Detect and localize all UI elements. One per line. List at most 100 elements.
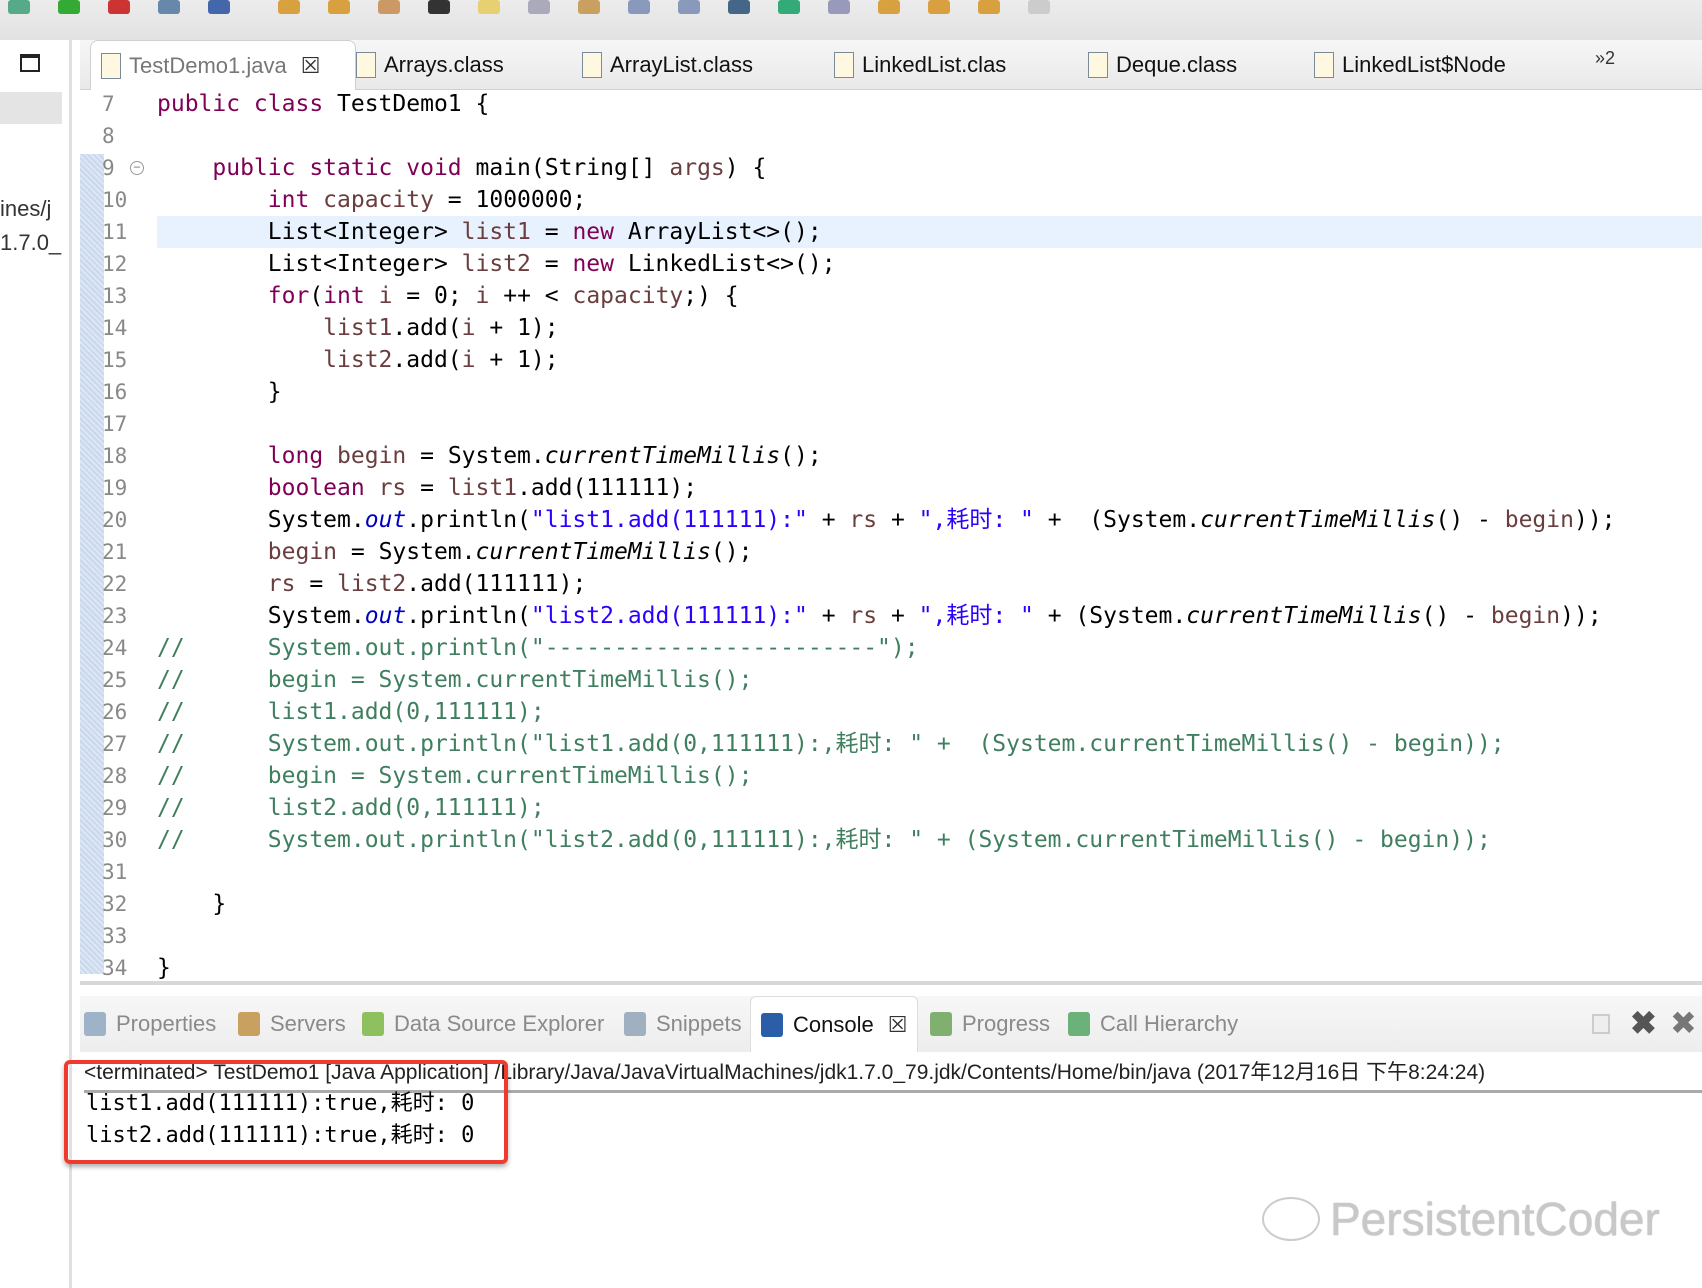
code-token: ();	[780, 443, 822, 469]
code-token: ArrayList<>();	[613, 219, 822, 245]
code-line: 25 ​// begin = System.currentTimeMillis()…	[80, 664, 1702, 696]
editor-tab[interactable]: LinkedList$Node	[1314, 40, 1506, 90]
toolbar-button-icon[interactable]	[478, 0, 500, 14]
toolbar-button-icon[interactable]	[278, 0, 300, 14]
code-line: 33 ​	[80, 920, 1702, 952]
editor-tab[interactable]: ArrayList.class	[582, 40, 753, 90]
code-token: ();	[710, 539, 753, 565]
code-token: LinkedList<>();	[613, 251, 836, 277]
tab-overflow-button[interactable]: »2	[1595, 48, 1615, 69]
java-file-icon	[101, 52, 121, 79]
tab-label: Deque.class	[1116, 52, 1238, 77]
close-tab-icon[interactable]: ☒	[888, 1012, 908, 1038]
line-number: 32	[102, 892, 128, 916]
call-hierarchy-icon	[1068, 1012, 1090, 1036]
code-token: = 1000000;	[433, 187, 587, 213]
editor-tab[interactable]: TestDemo1.java ☒	[90, 40, 356, 90]
editor-tab[interactable]: Deque.class	[1088, 40, 1237, 90]
toolbar-button-icon[interactable]	[208, 0, 230, 14]
code-token: "list2.add(111111):"	[530, 603, 808, 629]
code-text: ​ int capacity = 1000000;	[157, 184, 1702, 216]
code-text: ​// System.out.println("----------------…	[157, 632, 1702, 664]
class-file-icon	[356, 52, 376, 78]
code-token: ",耗时: "	[918, 603, 1034, 629]
code-token: public static void	[212, 155, 476, 181]
toolbar-button-icon[interactable]	[158, 0, 180, 14]
code-token: + 1);	[475, 347, 559, 373]
progress-icon	[930, 1012, 952, 1036]
toolbar-button-icon[interactable]	[58, 0, 80, 14]
console-view[interactable]: <terminated> TestDemo1 [Java Application…	[64, 1052, 1702, 1288]
panel-tab-label: Snippets	[656, 1011, 742, 1036]
panel-tab[interactable]: Progress	[930, 996, 1050, 1052]
class-file-icon	[1314, 52, 1334, 78]
remove-all-icon[interactable]: ✖	[1670, 1004, 1697, 1042]
code-token: TestDemo1 {	[337, 91, 490, 117]
panel-tab[interactable]: Data Source Explorer	[362, 996, 604, 1052]
toolbar-button-icon[interactable]	[428, 0, 450, 14]
toolbar-button-icon[interactable]	[328, 0, 350, 14]
panel-tab-label: Servers	[270, 1011, 346, 1036]
panel-tab[interactable]: Servers	[238, 996, 346, 1052]
toolbar-button-icon[interactable]	[108, 0, 130, 14]
code-token: long	[267, 443, 338, 469]
toolbar-button-icon[interactable]	[528, 0, 550, 14]
code-token: for	[267, 283, 310, 309]
fold-collapse-icon[interactable]: −	[130, 161, 144, 175]
restore-icon[interactable]	[20, 54, 40, 72]
toolbar-button-icon[interactable]	[878, 0, 900, 14]
code-token: capacity	[323, 187, 434, 213]
code-token: // begin = System.currentTimeMillis();	[157, 763, 753, 789]
code-token: rs	[849, 603, 878, 629]
close-tab-icon[interactable]: ☒	[301, 53, 321, 79]
toolbar-button-icon[interactable]	[928, 0, 950, 14]
code-text: ​ public static void main(String[] args)…	[157, 152, 1702, 184]
toolbar-button-icon[interactable]	[778, 0, 800, 14]
minimize-icon[interactable]	[1592, 1014, 1610, 1034]
code-text: ​// list1.add(0,111111);	[157, 696, 1702, 728]
code-line: 22 ​ rs = list2.add(111111);	[80, 568, 1702, 600]
code-token: rs	[849, 507, 878, 533]
code-token: currentTimeMillis	[475, 539, 711, 565]
panel-tab[interactable]: Snippets	[624, 996, 742, 1052]
remove-launch-icon[interactable]: ✖	[1630, 1004, 1657, 1042]
toolbar-button-icon[interactable]	[978, 0, 1000, 14]
line-number: 10	[102, 188, 128, 212]
panel-tab[interactable]: Console ☒	[750, 996, 919, 1052]
code-token: ++ <	[489, 283, 573, 309]
panel-tab[interactable]: Call Hierarchy	[1068, 996, 1238, 1052]
editor-tab[interactable]: LinkedList.clas	[834, 40, 1006, 90]
code-line: 15 ​ list2.add(i + 1);	[80, 344, 1702, 376]
tree-item-text[interactable]: ines/j	[0, 196, 64, 222]
panel-tab[interactable]: Properties	[84, 996, 216, 1052]
toolbar-button-icon[interactable]	[828, 0, 850, 14]
tree-item-text[interactable]: 1.7.0_	[0, 230, 64, 256]
tab-label: LinkedList.clas	[862, 52, 1007, 77]
toolbar-button-icon[interactable]	[378, 0, 400, 14]
class-file-icon	[834, 52, 854, 78]
code-token: currentTimeMillis	[1200, 507, 1436, 533]
toolbar-button-icon[interactable]	[578, 0, 600, 14]
code-editor[interactable]: 7​public class TestDemo1 {8​9−​ public s…	[80, 90, 1702, 985]
line-number: 18	[102, 444, 128, 468]
editor-tab[interactable]: Arrays.class	[356, 40, 504, 90]
toolbar-button-icon[interactable]	[8, 0, 30, 14]
code-token: ) {	[724, 155, 767, 181]
toolbar-button-icon[interactable]	[628, 0, 650, 14]
selected-tree-row[interactable]	[0, 92, 62, 124]
code-text: ​ long begin = System.currentTimeMillis(…	[157, 440, 1702, 472]
code-token: .add(	[392, 315, 462, 341]
code-token: begin	[1504, 507, 1574, 533]
code-line: 18 ​ long begin = System.currentTimeMilli…	[80, 440, 1702, 472]
toolbar-button-icon[interactable]	[728, 0, 750, 14]
toolbar-button-icon[interactable]	[1028, 0, 1050, 14]
code-token: i	[461, 347, 476, 373]
toolbar-button-icon[interactable]	[678, 0, 700, 14]
code-line: 12 ​ List<Integer> list2 = new LinkedList…	[80, 248, 1702, 280]
line-number: 11	[102, 220, 128, 244]
code-token: =	[406, 475, 448, 501]
code-line: 27 ​// System.out.println("list1.add(0,11…	[80, 728, 1702, 760]
code-token: // list1.add(0,111111);	[157, 699, 545, 725]
